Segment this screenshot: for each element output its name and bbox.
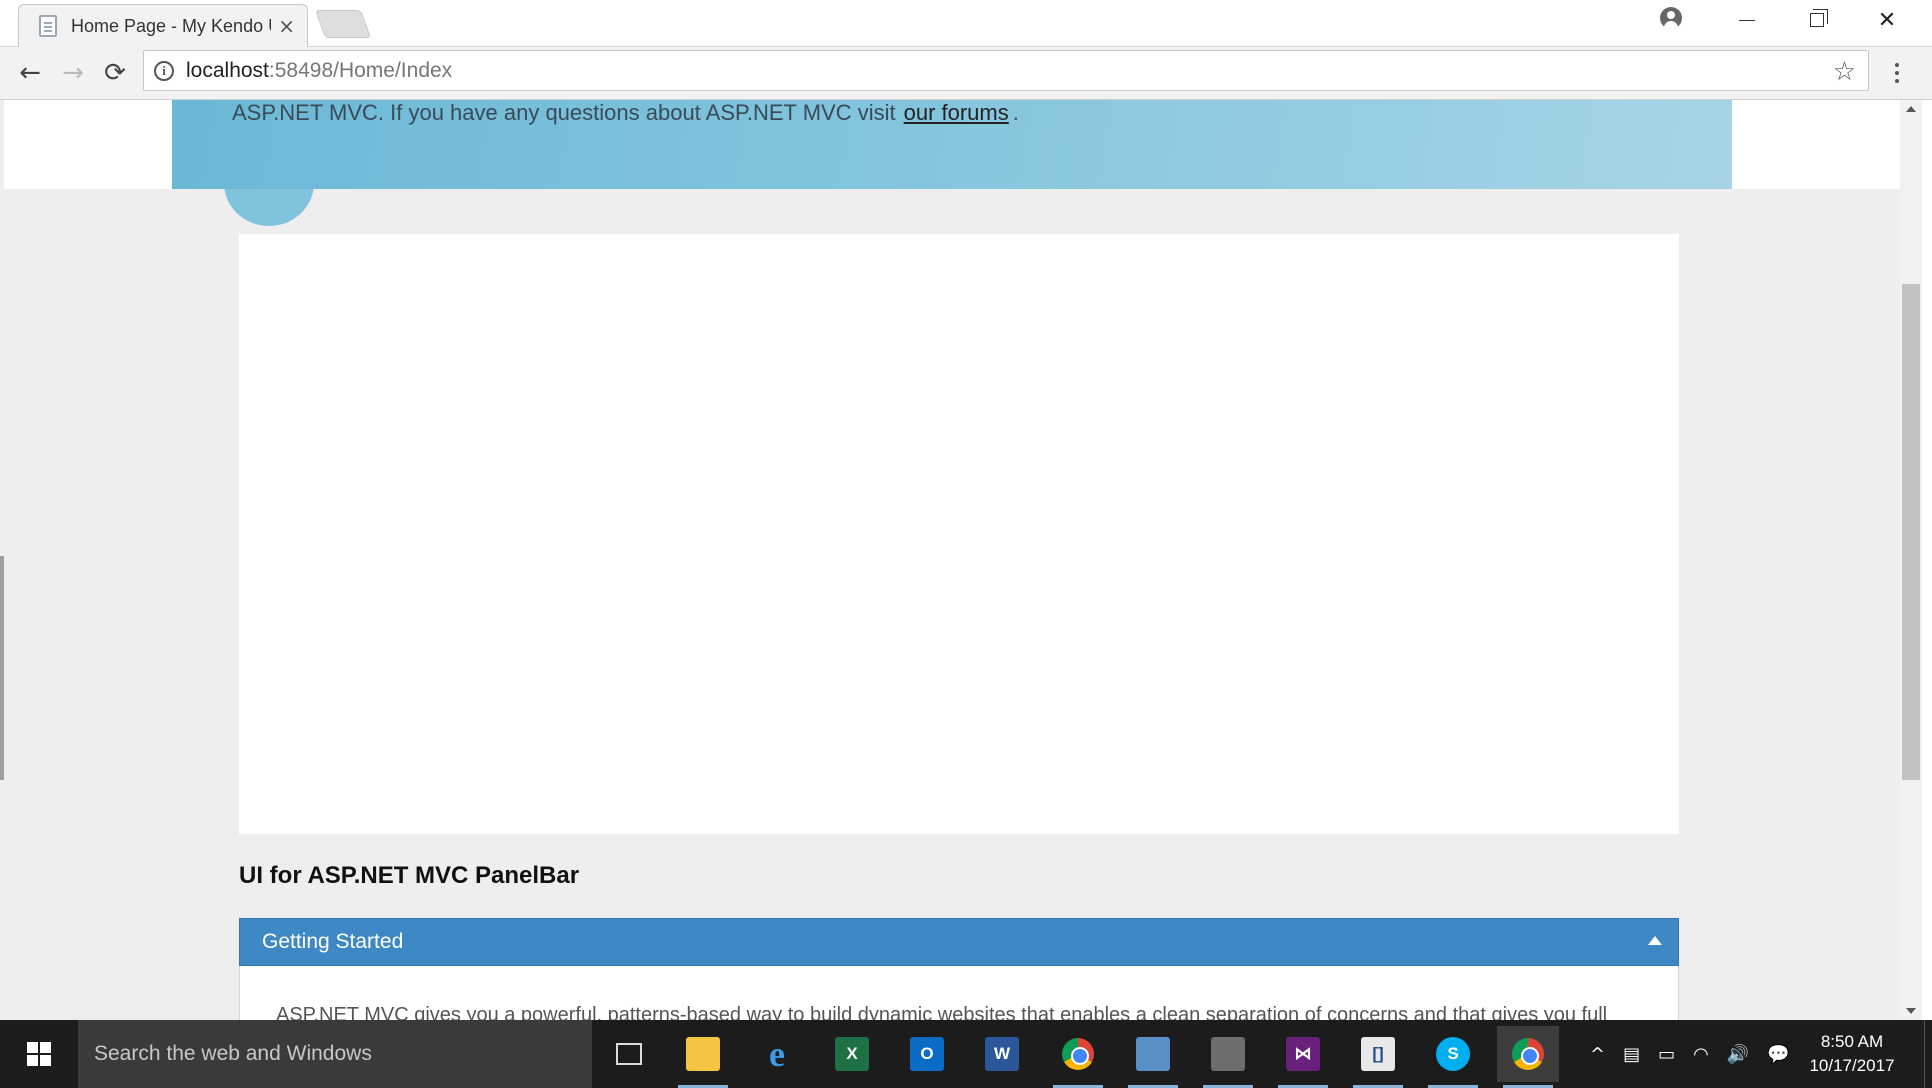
chrome-icon bbox=[1512, 1038, 1544, 1070]
skype-icon: S bbox=[1436, 1037, 1470, 1071]
scrollbar-thumb[interactable] bbox=[1902, 284, 1920, 780]
scroll-down-arrow-icon[interactable] bbox=[1906, 1008, 1916, 1014]
word-taskbar-button[interactable]: W bbox=[971, 1026, 1033, 1082]
jumbotron: ASP.NET MVC. If you have any questions a… bbox=[172, 100, 1732, 189]
menu-dot-icon bbox=[1895, 63, 1899, 67]
browser-toolbar: ← → ⟳ i localhost:58498/Home/Index ☆ bbox=[0, 47, 1932, 100]
scroll-up-arrow-icon[interactable] bbox=[1906, 106, 1916, 112]
taskbar-clock[interactable]: 8:50 AM 10/17/2017 bbox=[1804, 1020, 1900, 1088]
minimize-button[interactable] bbox=[1712, 0, 1782, 40]
minimize-icon bbox=[1739, 19, 1755, 21]
task-view-icon bbox=[616, 1043, 642, 1065]
url-host: localhost bbox=[186, 58, 269, 82]
battery-icon[interactable]: ▭ bbox=[1658, 1044, 1675, 1065]
clock-date: 10/17/2017 bbox=[1809, 1056, 1895, 1075]
address-bar[interactable]: i localhost:58498/Home/Index ☆ bbox=[143, 50, 1869, 91]
show-desktop-button[interactable] bbox=[1924, 1020, 1932, 1088]
internet-explorer-icon: e bbox=[769, 1034, 785, 1074]
folder-icon bbox=[686, 1037, 720, 1071]
profile-icon[interactable] bbox=[1660, 7, 1682, 29]
internet-explorer-taskbar-button[interactable]: e bbox=[746, 1026, 808, 1082]
task-view-button[interactable] bbox=[598, 1026, 660, 1082]
chrome-active-taskbar-button[interactable] bbox=[1497, 1026, 1559, 1088]
jumbotron-text: ASP.NET MVC. If you have any questions a… bbox=[232, 100, 1019, 126]
word-icon: W bbox=[985, 1037, 1019, 1071]
remote-desktop-taskbar-button[interactable] bbox=[1122, 1026, 1184, 1088]
windows-logo-icon bbox=[27, 1042, 51, 1066]
reload-button[interactable]: ⟳ bbox=[99, 57, 131, 89]
action-center-icon[interactable]: 💬 bbox=[1767, 1044, 1789, 1065]
menu-dot-icon bbox=[1895, 71, 1899, 75]
outlook-icon: O bbox=[910, 1037, 944, 1071]
jumbotron-period: . bbox=[1012, 100, 1019, 125]
taskbar-search-input[interactable]: Search the web and Windows bbox=[78, 1020, 592, 1088]
browser-menu-button[interactable] bbox=[1882, 57, 1912, 89]
panel-item-content: ASP.NET MVC gives you a powerful, patter… bbox=[239, 966, 1679, 1020]
volume-icon[interactable]: 🔊 bbox=[1727, 1044, 1749, 1065]
start-button[interactable] bbox=[0, 1020, 78, 1088]
bracket-app-taskbar-button[interactable]: [] bbox=[1347, 1026, 1409, 1088]
restore-icon bbox=[1810, 9, 1828, 27]
info-icon[interactable]: i bbox=[154, 60, 174, 81]
panel-item-getting-started[interactable]: Getting Started bbox=[239, 918, 1679, 966]
skype-taskbar-button[interactable]: S bbox=[1422, 1026, 1484, 1088]
content-card bbox=[239, 234, 1679, 834]
excel-taskbar-button[interactable]: X bbox=[821, 1026, 883, 1082]
panelbar-heading: UI for ASP.NET MVC PanelBar bbox=[239, 862, 580, 889]
outlook-taskbar-button[interactable]: O bbox=[896, 1026, 958, 1082]
bracket-app-icon: [] bbox=[1361, 1037, 1395, 1071]
back-button[interactable]: ← bbox=[14, 57, 46, 89]
browser-tab-home[interactable]: Home Page - My Kendo UI × bbox=[18, 4, 308, 47]
tools-taskbar-button[interactable] bbox=[1197, 1026, 1259, 1088]
restore-button[interactable] bbox=[1782, 0, 1852, 40]
show-hidden-icons-chevron-icon[interactable]: ^ bbox=[1590, 1044, 1605, 1065]
excel-icon: X bbox=[835, 1037, 869, 1071]
forward-button[interactable]: → bbox=[57, 57, 89, 89]
panelbar: Getting Started ASP.NET MVC gives you a … bbox=[239, 918, 1679, 1020]
chrome-icon bbox=[1062, 1038, 1094, 1070]
forums-link[interactable]: our forums bbox=[904, 100, 1009, 125]
page-favicon-icon bbox=[39, 15, 57, 37]
panel-item-title: Getting Started bbox=[262, 930, 404, 953]
jumbotron-sentence: ASP.NET MVC. If you have any questions a… bbox=[232, 100, 896, 125]
menu-dot-icon bbox=[1895, 79, 1899, 83]
collapse-arrow-icon[interactable] bbox=[1648, 936, 1662, 945]
chrome-taskbar-button[interactable] bbox=[1047, 1026, 1109, 1088]
tab-title: Home Page - My Kendo UI bbox=[71, 15, 271, 36]
tab-strip: Home Page - My Kendo UI × ✕ bbox=[0, 0, 1932, 47]
url-path: :58498/Home/Index bbox=[268, 58, 453, 82]
close-window-button[interactable]: ✕ bbox=[1852, 0, 1922, 40]
network-drive-icon[interactable]: ▤ bbox=[1623, 1044, 1640, 1065]
wifi-icon[interactable]: ◠ bbox=[1693, 1044, 1709, 1065]
visual-studio-taskbar-button[interactable]: ⋈ bbox=[1272, 1026, 1334, 1088]
browser-chrome: Home Page - My Kendo UI × ✕ ← → ⟳ i loca… bbox=[0, 0, 1932, 100]
page-viewport: ASP.NET MVC. If you have any questions a… bbox=[0, 100, 1900, 1020]
vertical-scrollbar[interactable] bbox=[1900, 100, 1922, 1020]
clock-time: 8:50 AM bbox=[1820, 1032, 1884, 1051]
visual-studio-icon: ⋈ bbox=[1286, 1037, 1320, 1071]
system-tray: ^ ▤ ▭ ◠ 🔊 💬 bbox=[1590, 1020, 1790, 1088]
bookmark-star-icon[interactable]: ☆ bbox=[1833, 57, 1856, 87]
window-edge bbox=[0, 556, 4, 780]
remote-desktop-icon bbox=[1136, 1037, 1170, 1071]
tab-close-icon[interactable]: × bbox=[278, 14, 295, 38]
tools-icon bbox=[1211, 1037, 1245, 1071]
windows-taskbar: Search the web and Windows e X O W ⋈ [] … bbox=[0, 1020, 1932, 1088]
new-tab-button[interactable] bbox=[314, 10, 372, 38]
file-explorer-taskbar-button[interactable] bbox=[672, 1026, 734, 1088]
